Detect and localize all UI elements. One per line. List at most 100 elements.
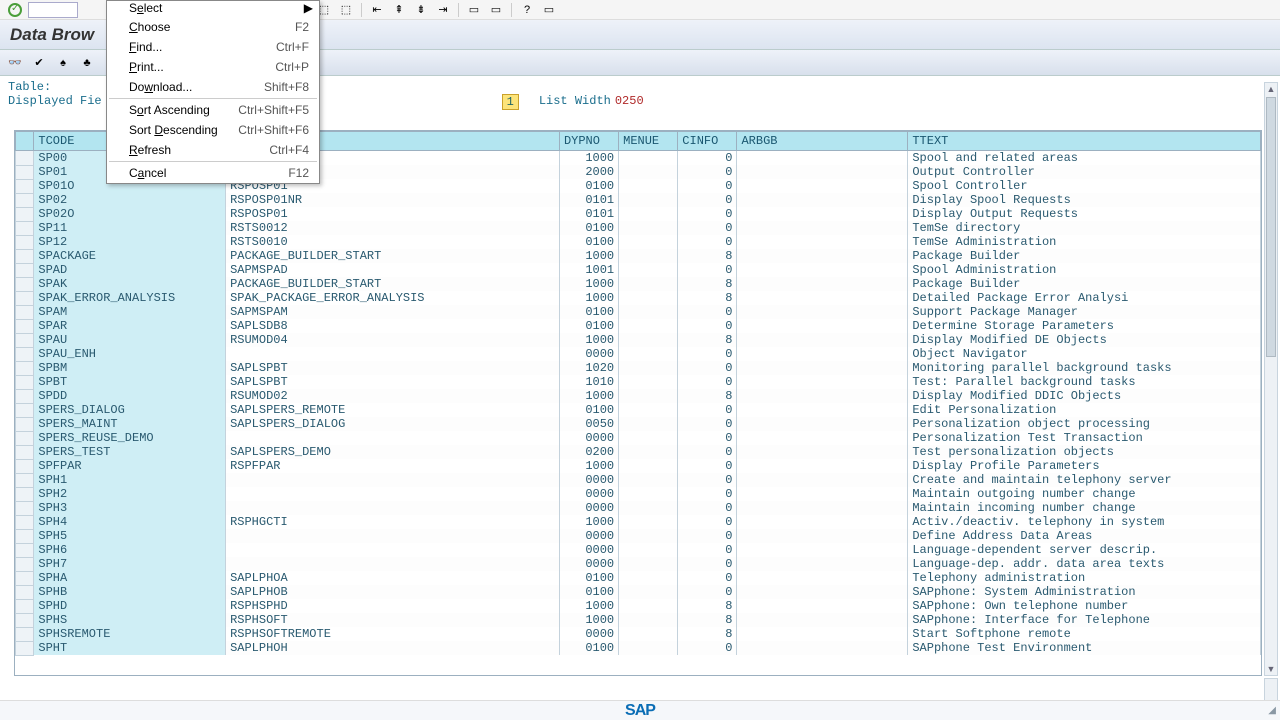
scroll-thumb[interactable] xyxy=(1266,97,1276,357)
row-selector[interactable] xyxy=(16,249,34,263)
scroll-up-button[interactable]: ▲ xyxy=(1265,83,1277,95)
table-row[interactable]: SP02RSPOSP01NR01010Display Spool Request… xyxy=(16,193,1261,207)
tool-icon-6[interactable]: ⇥ xyxy=(434,2,452,18)
menu-item[interactable]: Sort AscendingCtrl+Shift+F5 xyxy=(107,100,319,120)
table-row[interactable]: SPAURSUMOD0410008Display Modified DE Obj… xyxy=(16,333,1261,347)
tool-icon-3[interactable]: ⇤ xyxy=(368,2,386,18)
col-cinfo[interactable]: CINFO xyxy=(678,132,737,151)
menu-item[interactable]: CancelF12 xyxy=(107,163,319,183)
menu-item[interactable]: Print...Ctrl+P xyxy=(107,57,319,77)
row-selector[interactable] xyxy=(16,207,34,221)
table-row[interactable]: SPHSRSPHSOFT10008SAPphone: Interface for… xyxy=(16,613,1261,627)
row-selector[interactable] xyxy=(16,515,34,529)
table-row[interactable]: SP02ORSPOSP0101010Display Output Request… xyxy=(16,207,1261,221)
row-selector[interactable] xyxy=(16,291,34,305)
table-row[interactable]: SPDDRSUMOD0210008Display Modified DDIC O… xyxy=(16,389,1261,403)
table-row[interactable]: SP12RSTS001001000TemSe Administration xyxy=(16,235,1261,249)
table-row[interactable]: SPH700000Language-dep. addr. data area t… xyxy=(16,557,1261,571)
scroll-down-button[interactable]: ▼ xyxy=(1265,663,1277,675)
sort-asc-icon[interactable]: ♠ xyxy=(54,55,72,71)
help-icon[interactable]: ? xyxy=(518,2,536,18)
row-selector[interactable] xyxy=(16,613,34,627)
row-selector[interactable] xyxy=(16,599,34,613)
row-selector[interactable] xyxy=(16,403,34,417)
tool-icon-2[interactable]: ⬚ xyxy=(337,2,355,18)
table-row[interactable]: SPFPARRSPFPAR10000Display Profile Parame… xyxy=(16,459,1261,473)
menu-item[interactable]: ChooseF2 xyxy=(107,17,319,37)
menu-item[interactable]: Download...Shift+F8 xyxy=(107,77,319,97)
tool-icon-4[interactable]: ⇞ xyxy=(390,2,408,18)
row-selector[interactable] xyxy=(16,333,34,347)
row-selector[interactable] xyxy=(16,179,34,193)
table-row[interactable]: SPH300000Maintain incoming number change xyxy=(16,501,1261,515)
enter-icon[interactable] xyxy=(6,2,24,18)
menu-item[interactable]: Select▶ xyxy=(107,1,319,17)
table-row[interactable]: SPBMSAPLSPBT10200Monitoring parallel bac… xyxy=(16,361,1261,375)
table-row[interactable]: SP11RSTS001201000TemSe directory xyxy=(16,221,1261,235)
table-row[interactable]: SPERS_REUSE_DEMO00000Personalization Tes… xyxy=(16,431,1261,445)
table-row[interactable]: SPERS_TESTSAPLSPERS_DEMO02000Test person… xyxy=(16,445,1261,459)
table-row[interactable]: SPH600000Language-dependent server descr… xyxy=(16,543,1261,557)
row-selector[interactable] xyxy=(16,165,34,179)
row-selector[interactable] xyxy=(16,277,34,291)
col-arbgb[interactable]: ARBGB xyxy=(737,132,908,151)
table-row[interactable]: SPACKAGEPACKAGE_BUILDER_START10008Packag… xyxy=(16,249,1261,263)
row-selector[interactable] xyxy=(16,221,34,235)
row-selector[interactable] xyxy=(16,529,34,543)
row-selector[interactable] xyxy=(16,375,34,389)
table-row[interactable]: SPHDRSPHSPHD10008SAPphone: Own telephone… xyxy=(16,599,1261,613)
tool-icon-9[interactable]: ▭ xyxy=(540,2,558,18)
row-selector[interactable] xyxy=(16,487,34,501)
vertical-scrollbar[interactable]: ▲ ▼ xyxy=(1264,82,1278,676)
table-row[interactable]: SPERS_DIALOGSAPLSPERS_REMOTE01000Edit Pe… xyxy=(16,403,1261,417)
table-row[interactable]: SPARSAPLSDB801000Determine Storage Param… xyxy=(16,319,1261,333)
table-row[interactable]: SPH200000Maintain outgoing number change xyxy=(16,487,1261,501)
vertical-scrollbar-2[interactable] xyxy=(1264,678,1278,702)
row-selector[interactable] xyxy=(16,389,34,403)
row-selector[interactable] xyxy=(16,627,34,641)
row-selector[interactable] xyxy=(16,557,34,571)
table-row[interactable]: SPAU_ENH00000Object Navigator xyxy=(16,347,1261,361)
table-row[interactable]: SPADSAPMSPAD10010Spool Administration xyxy=(16,263,1261,277)
check-icon[interactable]: ✔ xyxy=(30,55,48,71)
row-selector[interactable] xyxy=(16,319,34,333)
table-row[interactable]: SPAK_ERROR_ANALYSISSPAK_PACKAGE_ERROR_AN… xyxy=(16,291,1261,305)
menu-item[interactable]: RefreshCtrl+F4 xyxy=(107,140,319,160)
col-menue[interactable]: MENUE xyxy=(619,132,678,151)
row-selector[interactable] xyxy=(16,263,34,277)
table-row[interactable]: SPH4RSPHGCTI10000Activ./deactiv. telepho… xyxy=(16,515,1261,529)
row-selector[interactable] xyxy=(16,347,34,361)
command-input[interactable] xyxy=(28,2,78,18)
glasses-icon[interactable]: 👓 xyxy=(6,55,24,71)
table-row[interactable]: SPHASAPLPHOA01000Telephony administratio… xyxy=(16,571,1261,585)
row-selector[interactable] xyxy=(16,473,34,487)
row-selector[interactable] xyxy=(16,361,34,375)
col-ttext[interactable]: TTEXT xyxy=(908,132,1261,151)
tool-icon-7[interactable]: ▭ xyxy=(465,2,483,18)
row-selector[interactable] xyxy=(16,417,34,431)
table-row[interactable]: SPBTSAPLSPBT10100Test: Parallel backgrou… xyxy=(16,375,1261,389)
row-selector[interactable] xyxy=(16,459,34,473)
row-selector[interactable] xyxy=(16,585,34,599)
tool-icon-8[interactable]: ▭ xyxy=(487,2,505,18)
menu-item[interactable]: Sort DescendingCtrl+Shift+F6 xyxy=(107,120,319,140)
row-selector[interactable] xyxy=(16,235,34,249)
table-row[interactable]: SPH100000Create and maintain telephony s… xyxy=(16,473,1261,487)
tool-icon-5[interactable]: ⇟ xyxy=(412,2,430,18)
row-selector[interactable] xyxy=(16,543,34,557)
table-row[interactable]: SPHTSAPLPHOH01000SAPphone Test Environme… xyxy=(16,641,1261,655)
col-selector[interactable] xyxy=(16,132,34,151)
table-row[interactable]: SPHSREMOTERSPHSOFTREMOTE00008Start Softp… xyxy=(16,627,1261,641)
row-selector[interactable] xyxy=(16,193,34,207)
row-selector[interactable] xyxy=(16,431,34,445)
row-selector[interactable] xyxy=(16,571,34,585)
table-row[interactable]: SPHBSAPLPHOB01000SAPphone: System Admini… xyxy=(16,585,1261,599)
table-row[interactable]: SPH500000Define Address Data Areas xyxy=(16,529,1261,543)
row-selector[interactable] xyxy=(16,641,34,655)
row-selector[interactable] xyxy=(16,305,34,319)
sort-desc-icon[interactable]: ♣ xyxy=(78,55,96,71)
table-row[interactable]: SPAMSAPMSPAM01000Support Package Manager xyxy=(16,305,1261,319)
row-selector[interactable] xyxy=(16,445,34,459)
table-row[interactable]: SPAKPACKAGE_BUILDER_START10008Package Bu… xyxy=(16,277,1261,291)
menu-item[interactable]: Find...Ctrl+F xyxy=(107,37,319,57)
